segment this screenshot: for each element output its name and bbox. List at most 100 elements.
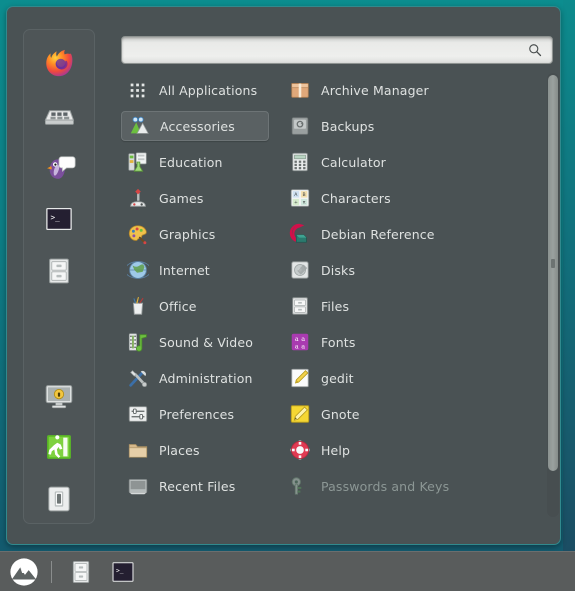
- category-label: Graphics: [159, 226, 216, 242]
- svg-text:+: +: [294, 200, 298, 206]
- sound-video-icon: [128, 333, 147, 352]
- gnote-icon: [290, 405, 310, 423]
- fonts-icon: aa aa: [291, 333, 309, 350]
- app-label: Passwords and Keys: [321, 478, 450, 494]
- files-icon: [292, 297, 308, 315]
- category-recent-files[interactable]: Recent Files: [121, 471, 269, 501]
- app-label: Files: [321, 298, 350, 314]
- svg-text:a: a: [301, 342, 305, 350]
- application-menu-window: >_ All Applications Accessories Educatio…: [6, 6, 561, 545]
- administration-tools-icon: [129, 370, 147, 387]
- lock-screen-icon: [45, 385, 73, 409]
- category-label: Internet: [159, 262, 210, 278]
- keyboard-icon: [44, 110, 75, 125]
- app-label: Characters: [321, 190, 391, 206]
- app-label: Help: [321, 442, 351, 458]
- category-preferences[interactable]: Preferences: [121, 399, 269, 429]
- app-characters[interactable]: AB + π Characters: [283, 183, 538, 213]
- calculator-icon: [292, 152, 308, 172]
- favorite-firefox[interactable]: [36, 40, 82, 86]
- file-cabinet-icon: [49, 258, 69, 284]
- search-box[interactable]: [121, 36, 553, 64]
- favorite-quit[interactable]: [36, 476, 82, 522]
- internet-globe-icon: [127, 261, 149, 279]
- app-archive-manager[interactable]: Archive Manager: [283, 75, 538, 105]
- grid-dots-icon: [130, 83, 145, 98]
- key-icon: [291, 477, 302, 495]
- app-disks[interactable]: Disks: [283, 255, 538, 285]
- category-label: Accessories: [160, 118, 235, 134]
- svg-text:a: a: [295, 342, 299, 350]
- taskbar: >_: [0, 551, 575, 591]
- app-label: Fonts: [321, 334, 356, 350]
- category-all-applications[interactable]: All Applications: [121, 75, 269, 105]
- archive-box-icon: [291, 83, 309, 98]
- category-label: Games: [159, 190, 204, 206]
- svg-text:B: B: [303, 192, 306, 198]
- taskbar-item-files[interactable]: [64, 555, 98, 589]
- firefox-icon: [46, 49, 73, 77]
- taskbar-item-terminal[interactable]: >_: [106, 555, 140, 589]
- power-switch-icon: [48, 486, 70, 512]
- apps-scrollbar-grip: [551, 259, 555, 268]
- mint-logo-icon: [10, 557, 38, 586]
- category-places[interactable]: Places: [121, 435, 269, 465]
- app-label: Archive Manager: [321, 82, 429, 98]
- category-label: Places: [159, 442, 200, 458]
- favorite-files[interactable]: [36, 248, 82, 294]
- accessories-icon: [130, 116, 149, 134]
- category-administration[interactable]: Administration: [121, 363, 269, 393]
- category-office[interactable]: Office: [121, 291, 269, 321]
- category-sound-video[interactable]: Sound & Video: [121, 327, 269, 357]
- category-label: Office: [159, 298, 197, 314]
- app-debian-reference[interactable]: Debian Reference: [283, 219, 538, 249]
- debian-swirl-icon: [289, 223, 307, 243]
- help-lifering-icon: [290, 440, 310, 460]
- search-icon[interactable]: [524, 43, 546, 57]
- file-cabinet-icon: [72, 560, 90, 583]
- graphics-palette-icon: [128, 225, 147, 245]
- taskbar-separator: [51, 560, 52, 583]
- terminal-icon: >_: [46, 207, 72, 231]
- app-label: gedit: [321, 370, 354, 386]
- favorites-sidebar: >_: [23, 29, 95, 524]
- category-list: All Applications Accessories Education G…: [121, 75, 269, 515]
- education-icon: [128, 152, 147, 172]
- app-label: Calculator: [321, 154, 386, 170]
- taskbar-menu-button[interactable]: [7, 555, 41, 589]
- svg-text:π: π: [303, 201, 306, 206]
- apps-scrollbar-thumb[interactable]: [548, 75, 558, 471]
- office-icon: [132, 296, 144, 315]
- app-label: Disks: [321, 262, 356, 278]
- favorite-pidgin[interactable]: [36, 144, 82, 190]
- category-education[interactable]: Education: [121, 147, 269, 177]
- application-list: Archive Manager Backups Calculator A B +…: [283, 75, 538, 515]
- category-label: Sound & Video: [159, 334, 254, 350]
- app-backups[interactable]: Backups: [283, 111, 538, 141]
- app-fonts[interactable]: aa aa Fonts: [283, 327, 538, 357]
- favorite-logout[interactable]: [36, 424, 82, 470]
- svg-text:>_: >_: [116, 567, 124, 574]
- category-graphics[interactable]: Graphics: [121, 219, 269, 249]
- app-files[interactable]: Files: [283, 291, 538, 321]
- app-gnote[interactable]: Gnote: [283, 399, 538, 429]
- exit-door-icon: [47, 435, 71, 459]
- category-internet[interactable]: Internet: [121, 255, 269, 285]
- category-accessories[interactable]: Accessories: [121, 111, 269, 141]
- favorite-keyboard[interactable]: [36, 92, 82, 138]
- app-gedit[interactable]: gedit: [283, 363, 538, 393]
- preferences-icon: [128, 406, 148, 422]
- app-help[interactable]: Help: [283, 435, 538, 465]
- svg-text:>_: >_: [51, 213, 61, 222]
- app-label: Debian Reference: [321, 226, 435, 242]
- favorite-terminal[interactable]: >_: [36, 196, 82, 242]
- category-games[interactable]: Games: [121, 183, 269, 213]
- backups-icon: [291, 117, 309, 135]
- app-calculator[interactable]: Calculator: [283, 147, 538, 177]
- disks-icon: [291, 261, 309, 279]
- app-passwords-and-keys[interactable]: Passwords and Keys: [283, 471, 538, 501]
- gedit-pencil-icon: [291, 368, 309, 388]
- category-label: Education: [159, 154, 223, 170]
- search-input[interactable]: [122, 38, 524, 62]
- favorite-lock-screen[interactable]: [36, 372, 82, 418]
